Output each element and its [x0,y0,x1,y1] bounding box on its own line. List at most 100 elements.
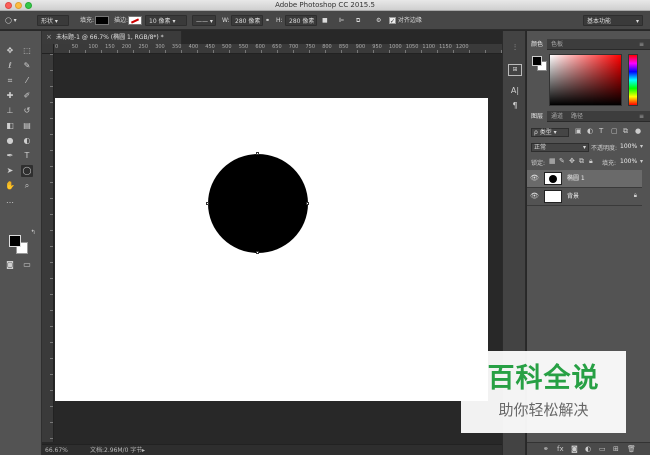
history-brush-tool-icon[interactable]: ↺ [21,105,33,117]
properties-panel-icon[interactable]: ⊞ [508,64,522,76]
path-arrangement-icon[interactable]: ⧉ [356,15,360,26]
fill-label: 填充: [80,17,95,24]
zoom-level[interactable]: 66.67% [45,445,68,455]
pen-tool-icon[interactable]: ✒ [4,150,16,162]
filter-pixel-icon[interactable]: ▣ [575,127,582,135]
color-panel-foreground[interactable] [532,56,542,66]
align-edges-checkbox[interactable]: 对齐边缘 [389,15,422,27]
path-select-tool-icon[interactable]: ➤ [4,165,16,177]
hand-tool-icon[interactable]: ✋ [4,180,16,192]
quick-mask-icon[interactable]: ◙ [4,259,16,271]
filter-smart-object-icon[interactable]: ⧉ [623,127,628,136]
lock-position-icon[interactable]: ✥ [569,157,575,165]
vertical-ruler[interactable] [42,54,54,442]
tab-layers[interactable]: 图层 [527,111,548,122]
history-panel-icon[interactable]: ⫶ [508,43,522,55]
horizontal-ruler-labels: 0 50 100 150 200 250 300 350 400 450 500 550 600 650 7… [54,44,502,54]
close-document-icon[interactable]: × [46,31,52,44]
opacity-value[interactable]: 100% [620,143,637,150]
paragraph-panel-icon[interactable]: ¶ [508,101,522,113]
ellipse-anchor-top[interactable] [256,152,259,155]
path-operations-icon[interactable]: ■ [322,15,328,26]
visibility-eye-icon[interactable]: 👁︎ [530,192,539,200]
workspace-select[interactable]: 基本功能 ▾ [583,15,643,26]
ellipse-anchor-left[interactable] [206,202,209,205]
visibility-eye-icon[interactable]: 👁︎ [530,174,539,182]
dodge-tool-icon[interactable]: ◐ [21,135,33,147]
filter-shape-icon[interactable]: ▢ [611,127,618,135]
opacity-dropdown-icon[interactable]: ▾ [640,143,643,150]
layer-row-ellipse[interactable]: 👁︎ 椭圆 1 [527,170,642,188]
ellipse-tool-icon[interactable]: ◯ [21,165,33,177]
lock-pixels-icon[interactable]: ✎ [559,157,565,165]
move-tool-icon[interactable]: ✥ [4,45,16,57]
ellipse-tool-preset-icon[interactable]: ◯ ▾ [5,15,17,26]
filter-toggle-icon[interactable]: ● [635,127,641,135]
add-mask-icon[interactable]: ◙ [571,445,578,453]
type-tool-icon[interactable]: T [21,150,33,162]
ruler-origin[interactable] [42,44,54,54]
zoom-tool-icon[interactable]: ⌕ [21,180,33,192]
fill-swatch[interactable] [95,15,109,26]
ruler-tick-label: 100 [88,44,98,50]
screen-mode-icon[interactable]: ▭ [21,259,33,271]
blur-tool-icon[interactable]: ● [4,135,16,147]
document-tab[interactable]: × 未标题-1 @ 66.7% (椭圆 1, RGB/8*) * [42,31,182,44]
tab-color[interactable]: 颜色 [527,39,548,50]
character-panel-icon[interactable]: A| [508,86,522,98]
layer-name[interactable]: 椭圆 1 [567,170,585,188]
layer-name[interactable]: 背景 [567,188,579,206]
layer-filter-select[interactable]: ρ 类型 ▾ [531,128,569,137]
gear-icon[interactable]: ⚙ [376,15,381,26]
document-canvas[interactable] [55,98,488,401]
new-group-icon[interactable]: ▭ [599,445,606,453]
layers-panel-menu-icon[interactable]: ≡ [635,111,648,122]
stroke-type-select[interactable]: —— ▾ [192,15,216,26]
filter-adjustment-icon[interactable]: ◐ [587,127,593,135]
lock-artboard-icon[interactable]: ⧉ [579,157,584,166]
tab-paths[interactable]: 路径 [567,111,587,122]
adjustment-layer-icon[interactable]: ◐ [585,445,591,453]
tool-mode-select[interactable]: 形状 ▾ [37,15,69,26]
quick-select-tool-icon[interactable]: ✎ [21,60,33,72]
layer-row-background[interactable]: 👁︎ 背景 🔒︎ [527,188,642,206]
ellipse-shape[interactable] [208,154,308,253]
eyedropper-tool-icon[interactable]: ⁄ [21,75,33,87]
tab-swatches[interactable]: 色板 [547,39,567,50]
height-field[interactable]: 280 像素 [285,15,317,26]
stroke-size-field[interactable]: 10 像素 ▾ [145,15,187,26]
foreground-color-swatch[interactable] [9,235,21,247]
width-field[interactable]: 280 像素 [231,15,263,26]
marquee-tool-icon[interactable]: ⬚ [21,45,33,57]
lock-transparency-icon[interactable]: ▦ [549,157,556,165]
color-picker-field[interactable] [549,54,622,106]
tab-channels[interactable]: 通道 [547,111,567,122]
fill-opacity-value[interactable]: 100% [620,158,637,165]
new-layer-icon[interactable]: ⊞ [613,445,619,453]
fill-dropdown-icon[interactable]: ▾ [640,158,643,165]
layer-style-icon[interactable]: fx [557,445,564,453]
link-layers-icon[interactable]: ⚭ [543,445,549,453]
lock-all-icon[interactable]: 🔒︎ [589,157,593,166]
swap-colors-icon[interactable]: ↰ [27,227,39,239]
brush-tool-icon[interactable]: ✐ [21,90,33,102]
path-alignment-icon[interactable]: ⊫ [339,15,344,26]
link-icon[interactable]: ⚭ [265,15,270,26]
clone-stamp-tool-icon[interactable]: ⊥ [4,105,16,117]
hue-slider[interactable] [628,54,638,106]
ellipse-anchor-right[interactable] [306,202,309,205]
stroke-swatch[interactable] [128,15,142,26]
gradient-tool-icon[interactable]: ▤ [21,120,33,132]
panel-menu-icon[interactable]: ≡ [635,39,648,50]
more-tools-icon[interactable]: … [4,195,16,207]
layer-thumbnail [544,190,562,203]
healing-brush-tool-icon[interactable]: ✚ [4,90,16,102]
lasso-tool-icon[interactable]: ℓ [4,60,16,72]
crop-tool-icon[interactable]: ⌗ [4,75,16,87]
delete-layer-icon[interactable]: 🗑︎ [627,445,636,453]
eraser-tool-icon[interactable]: ◧ [4,120,16,132]
blend-mode-select[interactable]: 正常 ▾ [531,143,589,152]
ellipse-anchor-bottom[interactable] [256,251,259,254]
status-menu-arrow-icon[interactable]: ▸ [142,445,145,455]
filter-type-icon[interactable]: T [599,127,603,135]
